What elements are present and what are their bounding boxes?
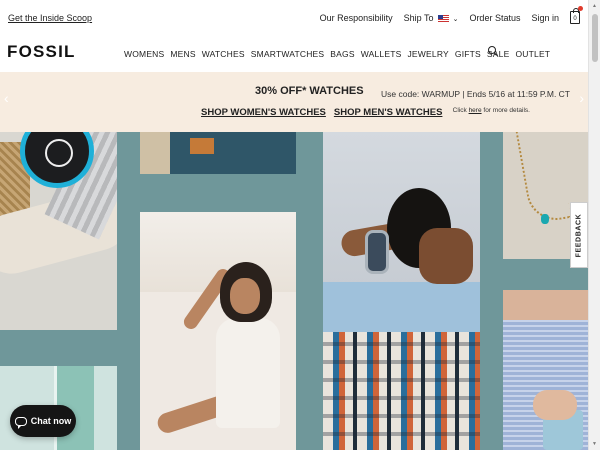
gift-box-shape [190, 138, 214, 154]
page-scrollbar[interactable]: ▲ ▼ [588, 0, 600, 450]
nav-item-smartwatches[interactable]: SMARTWATCHES [251, 49, 325, 59]
our-responsibility-link[interactable]: Our Responsibility [320, 13, 393, 23]
shop-womens-watches-link[interactable]: SHOP WOMEN'S WATCHES [201, 107, 326, 118]
promo-code-text: Use code: WARMUP | Ends 5/16 at 11:59 P.… [381, 89, 570, 99]
pendant-shape [541, 214, 549, 224]
nav-item-watches[interactable]: WATCHES [202, 49, 245, 59]
details-prefix: Click [452, 107, 467, 114]
hands-shape [419, 228, 473, 284]
promo-links: SHOP WOMEN'S WATCHES SHOP MEN'S WATCHES [201, 107, 442, 118]
hero-image-man-chair[interactable] [323, 132, 480, 450]
order-status-link[interactable]: Order Status [469, 13, 520, 23]
feedback-label: FEEDBACK [575, 213, 583, 257]
carousel-next-icon[interactable]: › [579, 90, 584, 106]
main-nav: FOSSIL WOMENS MENS WATCHES SMARTWATCHES … [0, 34, 588, 72]
chat-now-button[interactable]: Chat now [10, 405, 76, 437]
sign-in-link[interactable]: Sign in [531, 13, 559, 23]
nav-item-womens[interactable]: WOMENS [124, 49, 164, 59]
necklace-chain-shape [514, 132, 572, 225]
nav-item-outlet[interactable]: OUTLET [515, 49, 550, 59]
nav-menu: WOMENS MENS WATCHES SMARTWATCHES BAGS WA… [124, 49, 550, 59]
scroll-down-icon[interactable]: ▼ [592, 441, 597, 447]
scrollbar-thumb[interactable] [592, 14, 598, 62]
shopping-bag-icon[interactable]: 0 [570, 6, 583, 24]
search-icon[interactable] [488, 46, 496, 54]
hero-image-blue-dress[interactable] [503, 290, 588, 450]
nav-item-wallets[interactable]: WALLETS [361, 49, 402, 59]
details-here-link[interactable]: here [469, 107, 482, 114]
chat-now-label: Chat now [30, 416, 72, 426]
skin-shape [503, 290, 588, 320]
hero-image-dive-watch[interactable] [0, 132, 117, 330]
face-shape [230, 278, 260, 314]
smartwatch-shape [365, 230, 389, 274]
shop-mens-watches-link[interactable]: SHOP MEN'S WATCHES [334, 107, 443, 118]
hero-image-beach-towel[interactable] [140, 132, 296, 174]
chair-shape [323, 332, 480, 450]
nav-item-bags[interactable]: BAGS [330, 49, 354, 59]
promo-details: Click here for more details. [453, 107, 530, 114]
utility-bar: Get the Inside Scoop Our Responsibility … [0, 0, 588, 34]
chat-bubble-icon [14, 416, 27, 429]
ship-to-label: Ship To [403, 12, 434, 23]
promo-banner: ‹ 30% OFF* WATCHES SHOP WOMEN'S WATCHES … [0, 72, 588, 132]
fossil-logo[interactable]: FOSSIL [7, 42, 76, 62]
hero-image-woman-seated[interactable] [140, 212, 296, 450]
cart-badge [578, 6, 583, 11]
hero-image-mosaic [0, 132, 588, 450]
dress-shape [216, 318, 280, 428]
utility-links: Our Responsibility Ship To ⌄ Order Statu… [320, 6, 583, 24]
nav-item-jewelry[interactable]: JEWELRY [407, 49, 448, 59]
towel-shape [170, 132, 296, 174]
promo-title: 30% OFF* WATCHES [255, 85, 364, 97]
hand-shape [533, 390, 577, 420]
nav-item-mens[interactable]: MENS [170, 49, 195, 59]
cart-count: 0 [573, 16, 577, 22]
scroll-up-icon[interactable]: ▲ [592, 3, 597, 9]
nav-item-gifts[interactable]: GIFTS [455, 49, 481, 59]
carousel-prev-icon[interactable]: ‹ [4, 90, 9, 106]
chevron-down-icon: ⌄ [452, 15, 459, 23]
ship-to-selector[interactable]: Ship To ⌄ [404, 13, 459, 23]
feedback-tab[interactable]: FEEDBACK [570, 202, 588, 268]
details-suffix: for more details. [483, 107, 530, 114]
inside-scoop-link[interactable]: Get the Inside Scoop [8, 13, 92, 23]
us-flag-icon [438, 14, 450, 22]
